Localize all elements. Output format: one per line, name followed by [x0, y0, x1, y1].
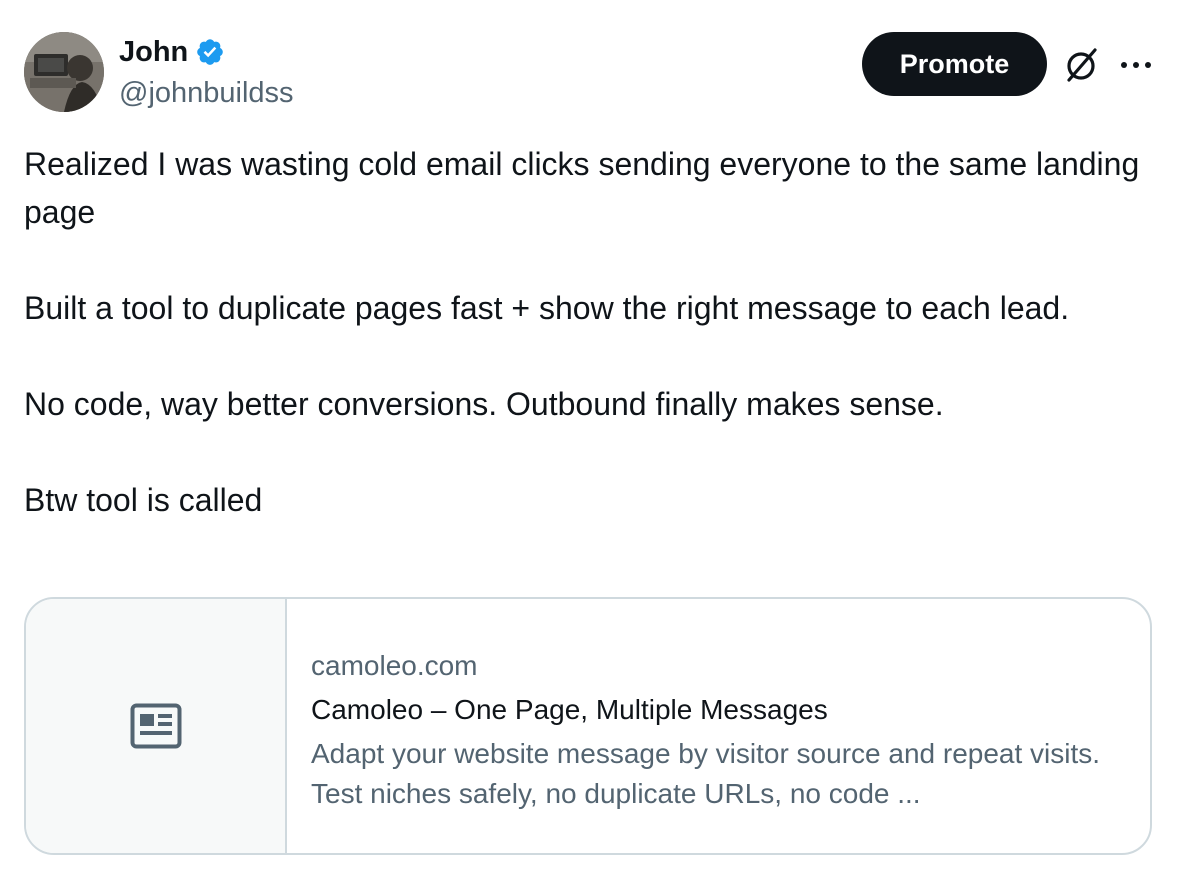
link-card-body[interactable]: camoleo.com Camoleo – One Page, Multiple… [287, 599, 1135, 853]
author-display-name[interactable]: John [119, 34, 188, 70]
link-card-domain: camoleo.com [311, 650, 478, 681]
article-icon [130, 703, 181, 749]
avatar[interactable] [24, 32, 104, 112]
verified-badge-icon [197, 39, 224, 65]
tweet: John @johnbuildss Promote Realized I was… [0, 0, 1182, 894]
tweet-paragraph: Btw tool is called [24, 482, 263, 518]
tweet-text: Realized I was wasting cold email clicks… [24, 140, 1144, 524]
tweet-paragraph: Realized I was wasting cold email clicks… [24, 146, 1149, 230]
author-name-row[interactable]: John [119, 34, 225, 70]
promote-button[interactable]: Promote [862, 32, 1047, 96]
more-icon[interactable] [1118, 50, 1154, 80]
tweet-paragraph: No code, way better conversions. Outboun… [24, 386, 944, 422]
tweet-paragraph: Built a tool to duplicate pages fast + s… [24, 290, 1070, 326]
grok-icon[interactable] [1062, 45, 1102, 85]
link-card-title: Camoleo – One Page, Multiple Messages [311, 694, 828, 725]
author-handle[interactable]: @johnbuildss [119, 75, 294, 111]
link-card[interactable]: camoleo.com Camoleo – One Page, Multiple… [24, 597, 1152, 855]
link-card-description: Adapt your website message by visitor so… [311, 738, 1101, 809]
avatar-photo [24, 32, 104, 112]
link-card-thumbnail[interactable] [26, 599, 287, 853]
